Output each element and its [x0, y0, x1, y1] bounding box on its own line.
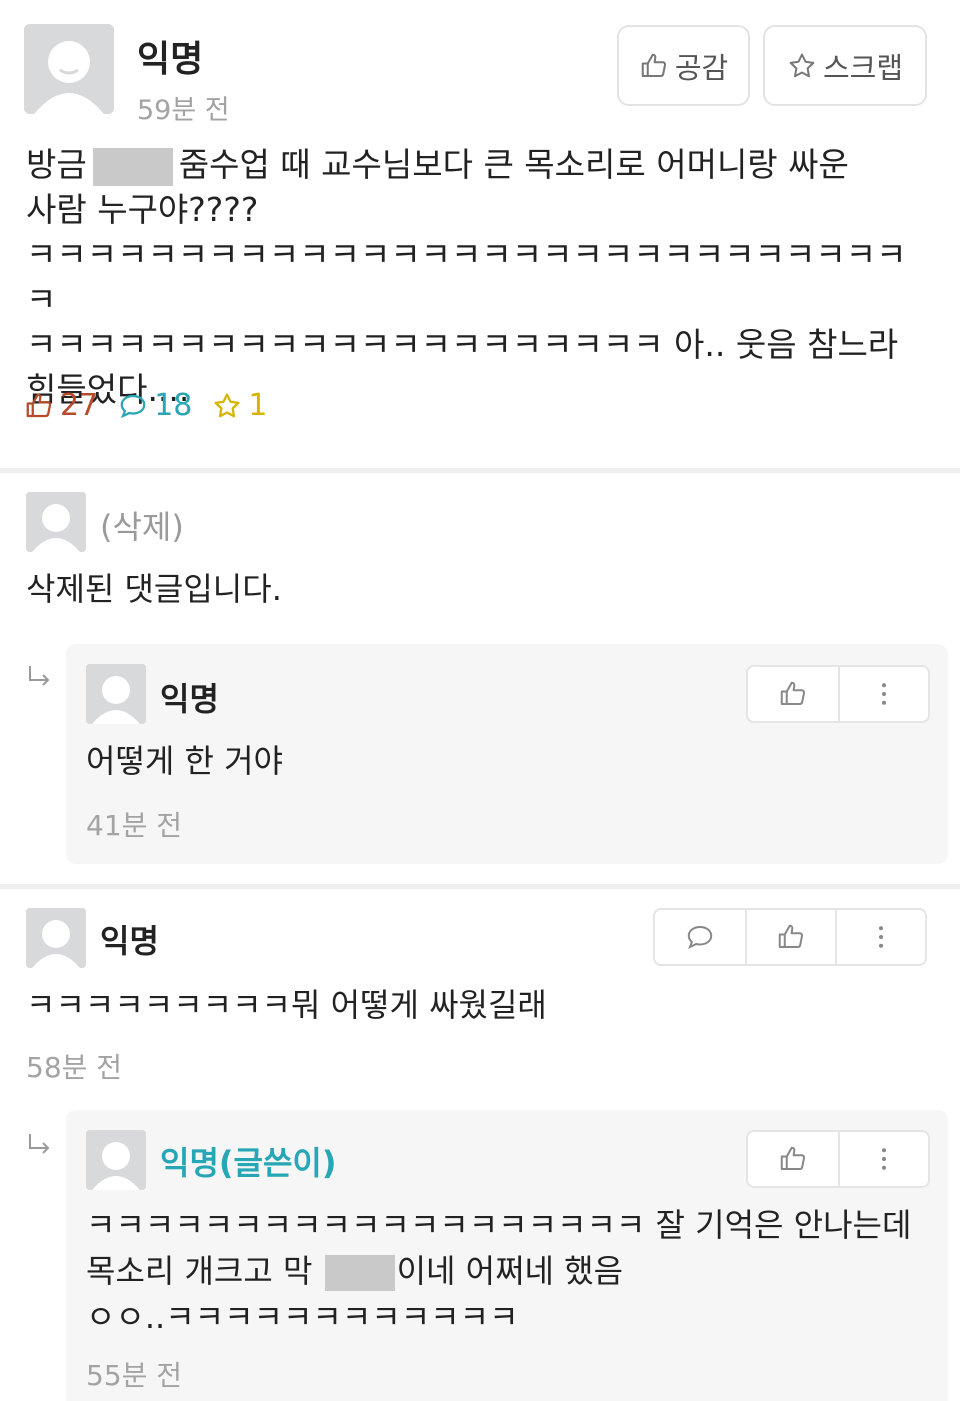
post-body-line: ㅋㅋㅋㅋㅋㅋㅋㅋㅋㅋㅋㅋㅋㅋㅋㅋㅋㅋㅋㅋㅋ 아.. 웃음 참느라 [26, 325, 899, 364]
reply: 익명 어떻게 한 거야 41분 전 [66, 644, 948, 864]
post: 익명 59분 전 공감 스크랩 방금 줌수업 때 교수님보다 큰 목소리로 어머니… [0, 0, 960, 468]
more-vertical-icon [882, 683, 886, 705]
comment-text: 삭제된 댓글입니다. [26, 570, 282, 608]
post-body: 방금 줌수업 때 교수님보다 큰 목소리로 어머니랑 싸운 사람 누구야???? … [26, 142, 936, 412]
star-icon [214, 392, 240, 417]
like-button[interactable] [748, 667, 838, 721]
reply-text-line: ㅋㅋㅋㅋㅋㅋㅋㅋㅋㅋㅋㅋㅋㅋㅋㅋㅋㅋㅋ 잘 기억은 안나는데 [86, 1206, 912, 1244]
post-author[interactable]: 익명 [137, 30, 203, 82]
comment-author: (삭제) [100, 508, 184, 546]
post-body-line: 사람 누구야???? [26, 190, 259, 229]
thumbs-up-icon [780, 681, 806, 705]
like-count: 27 [24, 388, 98, 423]
divider [0, 468, 960, 473]
thumbs-up-icon [778, 924, 804, 948]
more-vertical-icon [879, 926, 883, 948]
default-avatar-icon [86, 664, 146, 724]
reply-time: 41분 전 [86, 809, 183, 842]
star-icon [789, 53, 815, 77]
default-avatar-icon [26, 908, 86, 968]
thumbs-up-icon [26, 393, 52, 417]
like-button[interactable]: 공감 [617, 25, 750, 106]
default-avatar-icon [26, 492, 86, 552]
like-button[interactable] [748, 1132, 838, 1186]
post-stats: 27 18 1 [24, 388, 267, 423]
post-body-line: ㅋㅋㅋㅋㅋㅋㅋㅋㅋㅋㅋㅋㅋㅋㅋㅋㅋㅋㅋㅋㅋㅋㅋㅋㅋㅋㅋㅋㅋㅋ [26, 235, 907, 319]
default-avatar-icon [86, 1130, 146, 1190]
speech-bubble-icon [120, 394, 146, 418]
reply-author[interactable]: 익명 [160, 674, 219, 720]
reply-text: ㅋㅋㅋㅋㅋㅋㅋㅋㅋㅋㅋㅋㅋㅋㅋㅋㅋㅋㅋ 잘 기억은 안나는데 목소리 개크고 막… [86, 1202, 926, 1340]
scrap-count: 1 [212, 388, 267, 423]
comment-time: 58분 전 [26, 1051, 123, 1084]
scrap-button-label: 스크랩 [822, 50, 904, 85]
reply-arrow-icon [29, 1134, 50, 1154]
reply: 익명(글쓴이) ㅋㅋㅋㅋㅋㅋㅋㅋㅋㅋㅋㅋㅋㅋㅋㅋㅋㅋㅋ 잘 기억은 안나는데 목… [66, 1110, 948, 1401]
redacted-block [92, 147, 173, 186]
divider [0, 884, 960, 889]
comment-text: ㅋㅋㅋㅋㅋㅋㅋㅋㅋ뭐 어떻게 싸웠길래 [26, 986, 547, 1024]
default-avatar-icon [24, 24, 114, 114]
reply-actions [746, 1130, 930, 1188]
speech-bubble-icon [687, 925, 713, 949]
thumbs-up-icon [641, 53, 666, 77]
reply-actions [746, 665, 930, 723]
reply-time: 55분 전 [86, 1359, 183, 1392]
more-vertical-icon [882, 1148, 886, 1170]
thumbs-up-icon [780, 1146, 806, 1170]
redacted-block [324, 1255, 395, 1291]
reply-text-line: 목소리 개크고 막 이네 어쩌네 했음 [86, 1252, 624, 1291]
more-button[interactable] [838, 1132, 928, 1186]
more-button[interactable] [835, 910, 925, 964]
like-button-label: 공감 [674, 50, 729, 85]
like-button[interactable] [745, 910, 835, 964]
scrap-button[interactable]: 스크랩 [763, 25, 927, 106]
post-time: 59분 전 [137, 95, 230, 126]
reply-author[interactable]: 익명(글쓴이) [160, 1138, 336, 1184]
reply-text: 어떻게 한 거야 [86, 742, 283, 780]
comment-author[interactable]: 익명 [100, 916, 159, 962]
more-button[interactable] [838, 667, 928, 721]
reply-button[interactable] [655, 910, 745, 964]
reply-arrow-icon [29, 666, 50, 686]
comment-count: 18 [118, 388, 192, 423]
reply-text-line: ㅇㅇ..ㅋㅋㅋㅋㅋㅋㅋㅋㅋㅋㅋㅋ [86, 1298, 519, 1336]
comment-actions [653, 908, 927, 966]
post-body-line: 방금 줌수업 때 교수님보다 큰 목소리로 어머니랑 싸운 [26, 145, 849, 186]
